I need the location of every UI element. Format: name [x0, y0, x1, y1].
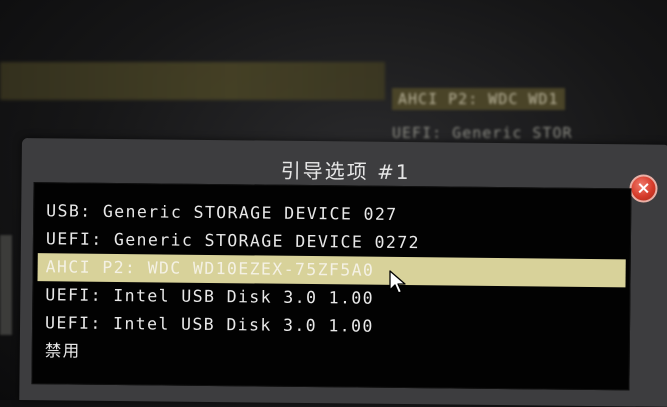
- close-icon: ×: [636, 177, 651, 199]
- mouse-cursor-icon: [389, 270, 406, 294]
- boot-option-uefi-intel-2[interactable]: UEFI: Intel USB Disk 3.0 1.00: [45, 309, 374, 340]
- background-side-element: [0, 235, 12, 335]
- boot-option-disabled[interactable]: 禁用: [45, 337, 81, 365]
- boot-option-list: USB: Generic STORAGE DEVICE 027 UEFI: Ge…: [31, 182, 632, 391]
- background-boot-item: UEFI: Generic STOR: [392, 124, 573, 142]
- close-button[interactable]: ×: [629, 174, 658, 203]
- boot-option-uefi-intel-1[interactable]: UEFI: Intel USB Disk 3.0 1.00: [45, 281, 374, 312]
- background-boot-item: AHCI P2: WDC WD1: [392, 88, 565, 110]
- boot-option-usb-generic[interactable]: USB: Generic STORAGE DEVICE 027: [46, 197, 398, 229]
- boot-option-dialog: 引导选项 #1 × USB: Generic STORAGE DEVICE 02…: [19, 138, 667, 407]
- background-highlight-bar: [0, 62, 385, 100]
- boot-option-uefi-generic[interactable]: UEFI: Generic STORAGE DEVICE 0272: [46, 225, 420, 257]
